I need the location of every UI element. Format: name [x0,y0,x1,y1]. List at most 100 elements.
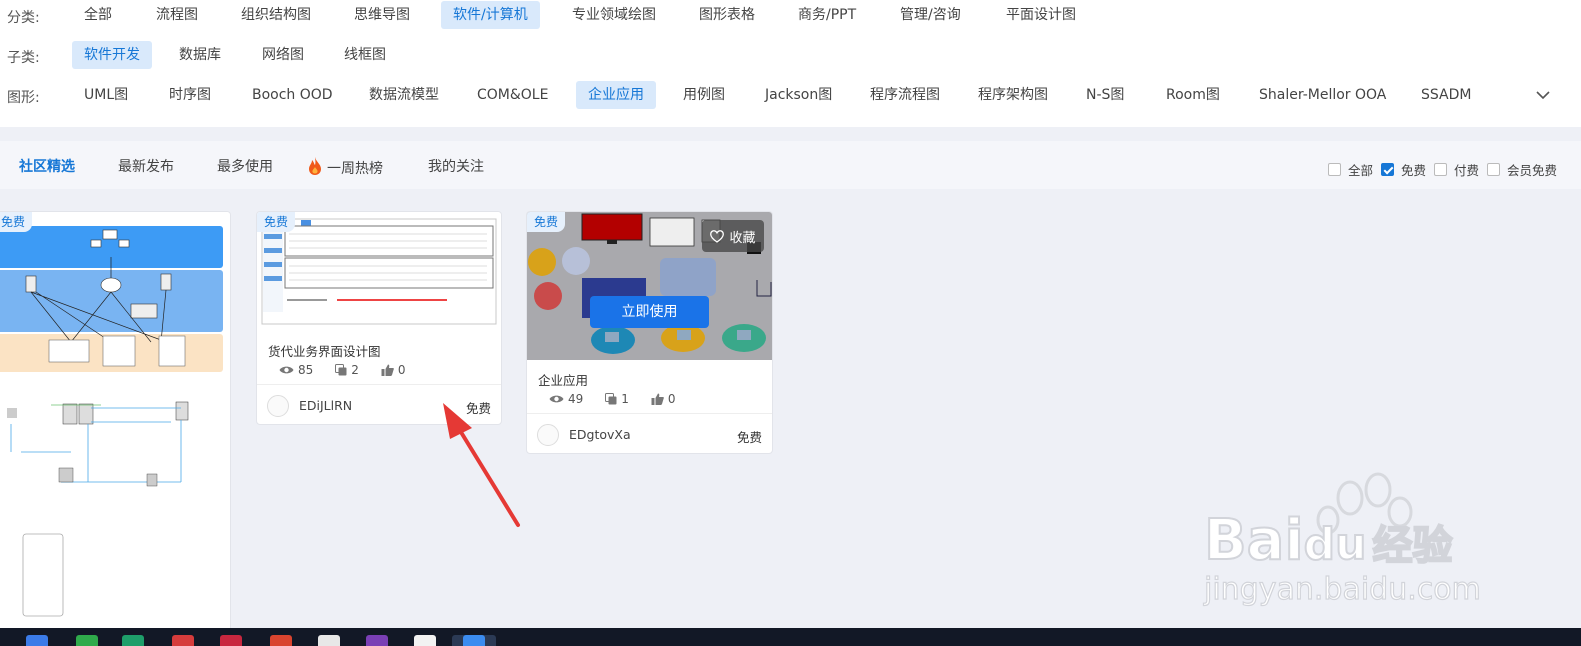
tab-latest[interactable]: 最新发布 [118,156,174,176]
shape-use-case[interactable]: 用例图 [671,81,737,109]
favorite-button[interactable]: 收藏 [702,220,764,252]
template-thumbnail [0,212,230,632]
shape-data-flow[interactable]: 数据流模型 [357,81,451,109]
shape-room[interactable]: Room图 [1154,81,1232,109]
copies-count: 1 [621,392,629,406]
category-professional[interactable]: 专业领域绘图 [560,1,668,29]
subcategory-software-dev[interactable]: 软件开发 [72,41,152,69]
views-stat: 49 [549,392,583,406]
thumbs-up-icon [651,393,664,405]
card-footer: EDgtovXa 免费 [527,413,772,453]
avatar[interactable] [267,395,289,417]
shape-ssadm[interactable]: SSADM [1409,81,1483,109]
category-graphics-table[interactable]: 图形表格 [687,1,767,29]
filter-paid-label: 付费 [1454,163,1480,178]
filter-all-label: 全部 [1348,163,1374,178]
card-title[interactable]: 货代业务界面设计图 [268,341,381,360]
watermark-brand: Baidu 经验 [1203,507,1453,574]
avatar[interactable] [537,424,559,446]
template-card[interactable]: 免费 收藏 立即使用 企业应用 49 1 0 EDgtovXa 免费 [526,211,773,454]
taskbar-app-icon[interactable] [270,635,292,646]
category-label: 分类: [7,10,40,26]
filter-paid-checkbox[interactable]: 付费 [1434,160,1479,179]
taskbar-app-icon[interactable] [414,635,436,646]
template-thumbnail [257,212,501,328]
category-flowchart[interactable]: 流程图 [144,1,210,29]
taskbar-app-icon[interactable] [122,635,144,646]
eye-icon [279,366,294,374]
author-name[interactable]: EDiJLlRN [299,398,352,413]
views-count: 85 [298,363,314,377]
taskbar-app-icon[interactable] [318,635,340,646]
shape-jackson[interactable]: Jackson图 [753,81,844,109]
tab-most-used[interactable]: 最多使用 [217,156,273,176]
baidu-jingyan-watermark: Baidu 经验 jingyan.baidu.com [1200,468,1481,612]
category-management[interactable]: 管理/咨询 [888,1,973,29]
category-software[interactable]: 软件/计算机 [441,1,540,29]
checkbox-box [1328,163,1341,176]
shape-program-arch[interactable]: 程序架构图 [966,81,1060,109]
taskbar-app-icon[interactable] [463,635,485,646]
category-graphic-design[interactable]: 平面设计图 [994,1,1088,29]
tab-weekly-hot-label: 一周热榜 [327,161,383,177]
copies-stat: 2 [335,363,359,377]
checkbox-box [1434,163,1447,176]
shape-program-flow[interactable]: 程序流程图 [858,81,952,109]
price-label: 免费 [736,430,762,445]
shape-label: 图形: [7,90,40,106]
tab-weekly-hot[interactable]: 一周热榜 [306,156,383,180]
favorite-label: 收藏 [729,230,756,246]
subcategory-database[interactable]: 数据库 [167,41,233,69]
shape-enterprise-app[interactable]: 企业应用 [576,81,656,109]
taskbar-app-icon[interactable] [76,635,98,646]
category-org-chart[interactable]: 组织结构图 [229,1,323,29]
filter-all-checkbox[interactable]: 全部 [1328,160,1373,179]
chevron-down-icon[interactable] [1533,85,1553,105]
template-card[interactable]: 免费 货代业务界面设计图 85 2 0 EDiJLlRN 免费 [256,211,502,425]
price-badge: 免费 [0,212,33,232]
shape-com-ole[interactable]: COM&OLE [465,81,560,109]
shape-shaler-mellor[interactable]: Shaler-Mellor OOA [1247,81,1398,109]
flame-icon [306,156,324,180]
taskbar-app-icon[interactable] [220,635,242,646]
filter-member-free-label: 会员免费 [1507,163,1558,178]
likes-count: 0 [667,392,676,406]
subcategory-network[interactable]: 网络图 [250,41,316,69]
tab-following[interactable]: 我的关注 [428,156,484,176]
eye-icon [549,395,564,403]
shape-uml[interactable]: UML图 [72,81,140,109]
category-all[interactable]: 全部 [72,1,124,29]
checkbox-box [1487,163,1500,176]
os-taskbar [0,628,1581,646]
copy-icon [335,364,347,376]
taskbar-app-icon[interactable] [172,635,194,646]
watermark-url: jingyan.baidu.com [1203,571,1481,607]
use-now-button[interactable]: 立即使用 [590,296,709,328]
category-mind-map[interactable]: 思维导图 [342,1,422,29]
template-card[interactable]: 免费 [0,211,231,641]
filter-free-checkbox[interactable]: 免费 [1381,160,1426,179]
category-business-ppt[interactable]: 商务/PPT [786,1,868,29]
likes-count: 0 [397,363,406,377]
subcategory-label: 子类: [7,50,40,66]
likes-stat: 0 [651,392,676,406]
taskbar-app-icon[interactable] [26,635,48,646]
subcategory-row: 子类: 软件开发 数据库 网络图 线框图 [0,41,1581,71]
shape-booch-ood[interactable]: Booch OOD [240,81,345,109]
taskbar-app-icon[interactable] [366,635,388,646]
filter-member-free-checkbox[interactable]: 会员免费 [1487,160,1557,179]
copy-icon [605,393,617,405]
author-name[interactable]: EDgtovXa [569,427,631,442]
subcategory-wireframe[interactable]: 线框图 [332,41,398,69]
copies-count: 2 [351,363,359,377]
shape-ns[interactable]: N-S图 [1074,81,1136,109]
views-stat: 85 [279,363,313,377]
card-title[interactable]: 企业应用 [538,370,588,389]
price-badge: 免费 [257,212,296,232]
copies-stat: 1 [605,392,629,406]
shape-row: 图形: UML图 时序图 Booch OOD 数据流模型 COM&OLE 企业应… [0,81,1581,111]
tab-community-picks[interactable]: 社区精选 [19,156,75,176]
card-stats: 49 1 0 [549,392,698,406]
card-stats: 85 2 0 [279,363,428,377]
shape-sequence[interactable]: 时序图 [157,81,223,109]
